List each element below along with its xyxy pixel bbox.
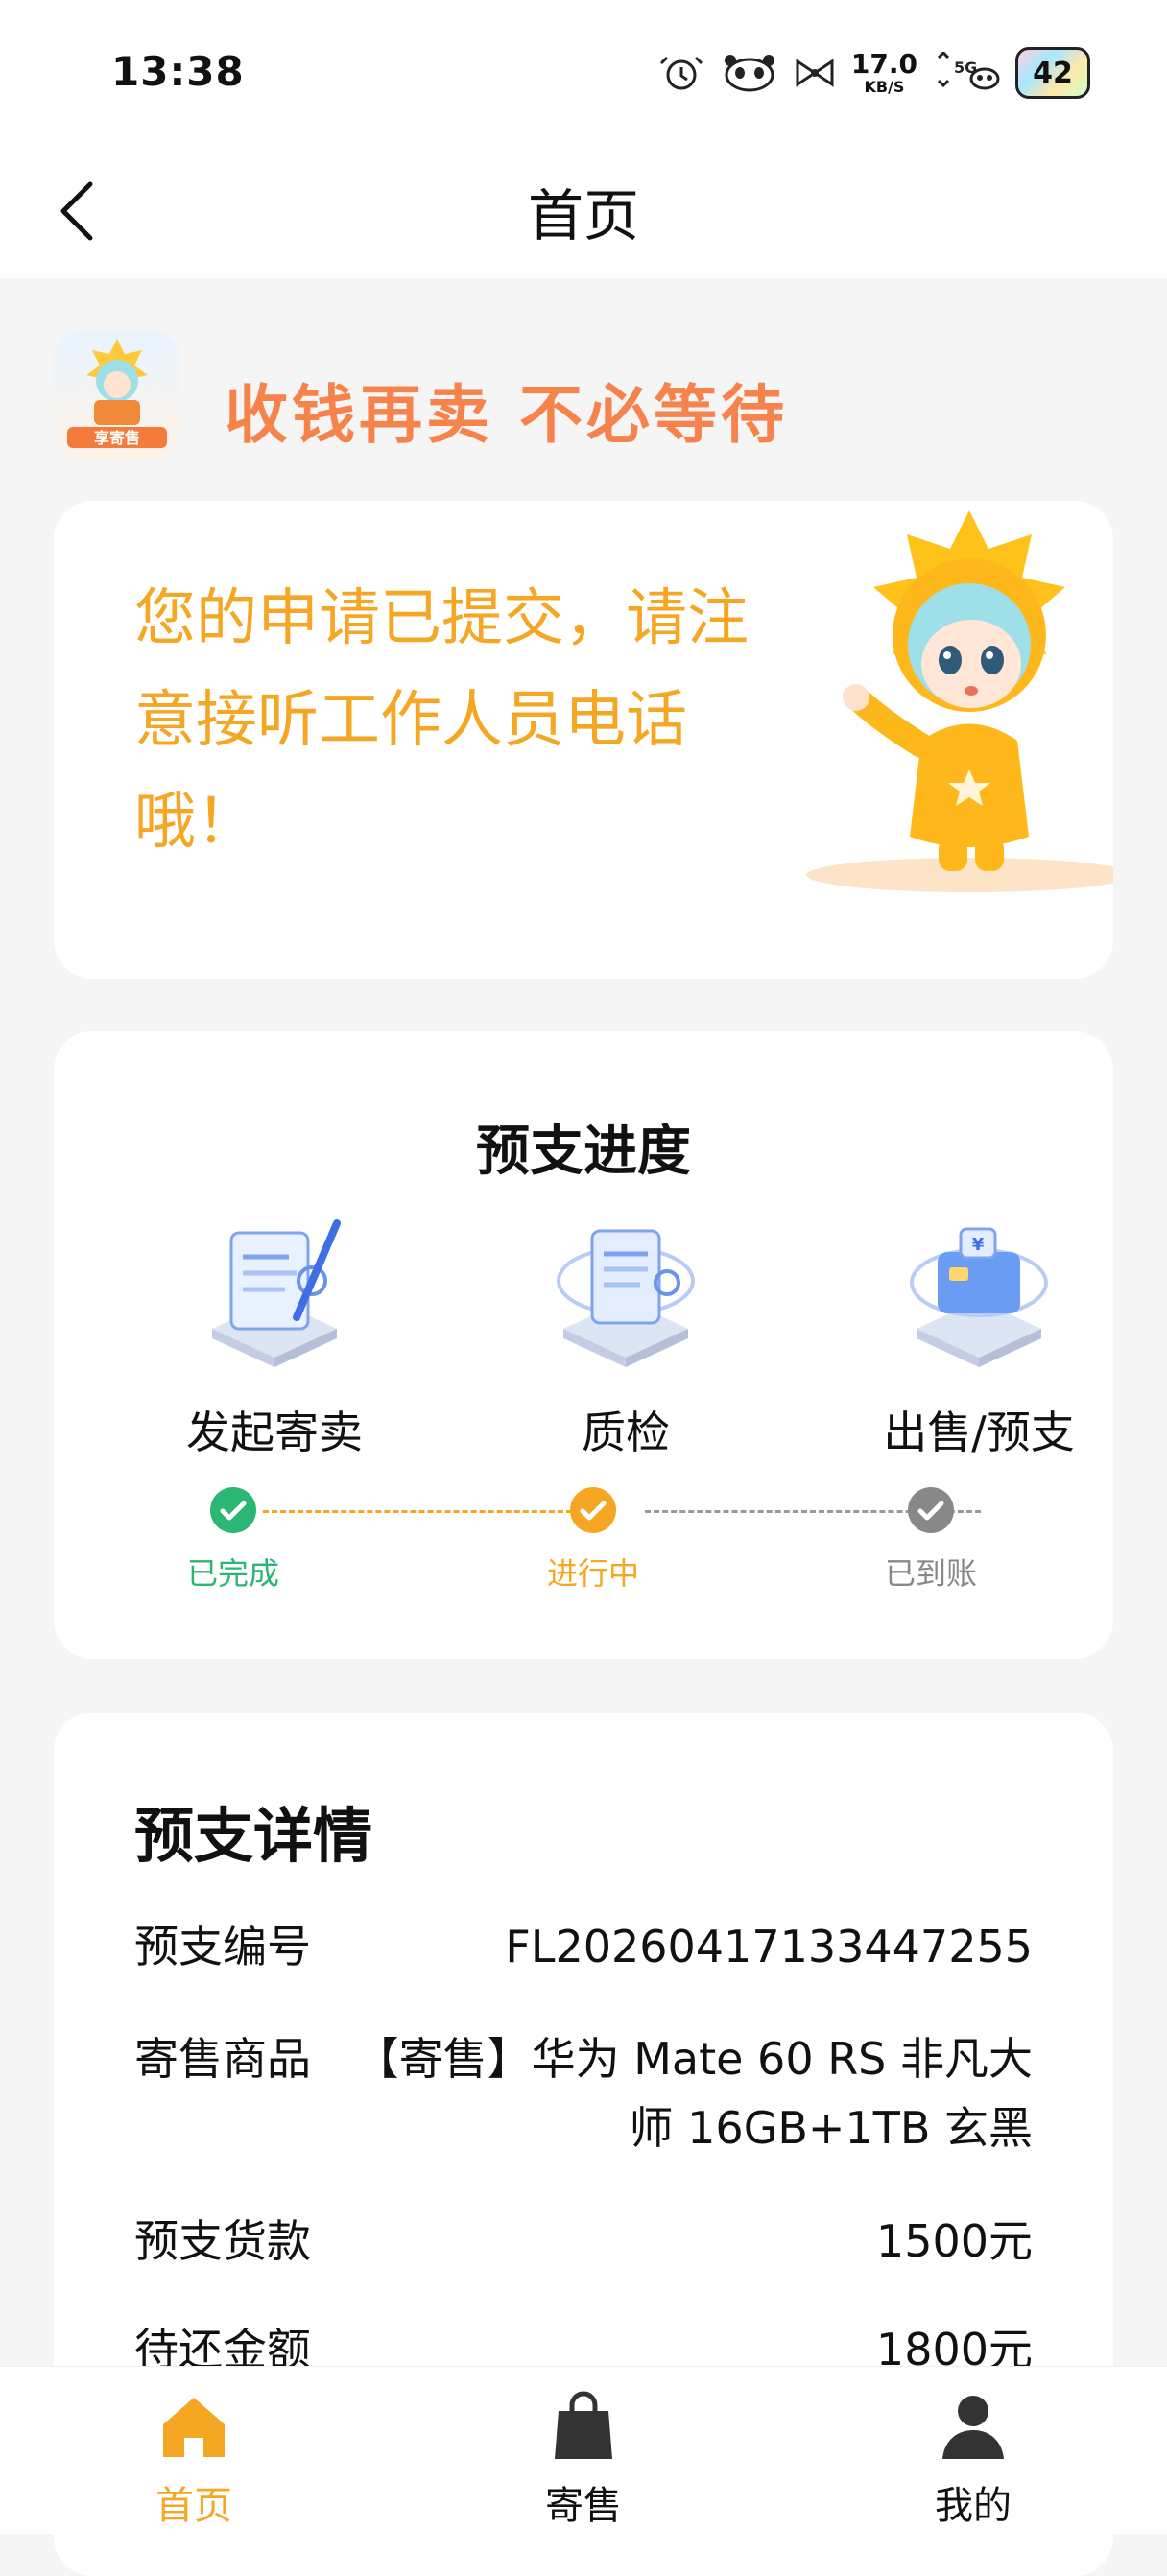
detail-row-advance-amount: 预支货款 1500元 [134, 2207, 1033, 2276]
progress-title: 预支进度 [476, 1121, 691, 1183]
step-label: 出售/预支 [883, 1406, 1075, 1458]
bottom-tab-bar: 首页 寄售 我的 [0, 2366, 1167, 2534]
step-initiate: 发起寄卖 [131, 1214, 418, 1461]
step-state-done: 已完成 [186, 1555, 279, 1592]
speed-value: 17.0 [850, 48, 917, 80]
mascot-illustration [758, 501, 1132, 913]
tab-label: 我的 [935, 2484, 1012, 2528]
status-bar: 13:38 17.0 KB/S 5G 42 [0, 0, 1167, 144]
payment-card-icon: ¥ [897, 1214, 1060, 1377]
check-circle-icon [570, 1487, 616, 1533]
home-icon [155, 2388, 232, 2465]
tab-profile[interactable]: 我的 [877, 2388, 1069, 2530]
tab-consign[interactable]: 寄售 [488, 2388, 679, 2530]
battery-indicator: 42 [1015, 47, 1090, 99]
step-label: 质检 [582, 1406, 670, 1458]
notice-text: 您的申请已提交，请注意接听工作人员电话哦！ [134, 583, 749, 858]
tab-home[interactable]: 首页 [98, 2388, 290, 2530]
details-title: 预支详情 [134, 1801, 373, 1871]
shopping-bag-icon [545, 2388, 622, 2465]
svg-text:享寄售: 享寄售 [94, 429, 140, 447]
step-inspection: 质检 [482, 1214, 770, 1461]
bow-icon [792, 54, 838, 92]
nav-header: 首页 [0, 144, 1167, 278]
detail-key: 预支编号 [134, 1921, 311, 1973]
detail-key: 预支货款 [134, 2215, 311, 2267]
status-icons: 17.0 KB/S 5G 42 [655, 44, 1090, 102]
slogan-banner: 享寄售 收钱再卖 不必等待 [54, 331, 1109, 465]
check-circle-icon [908, 1487, 954, 1533]
check-circle-icon [210, 1487, 256, 1533]
battery-level: 42 [1033, 56, 1073, 90]
detail-row-advance-number: 预支编号 FL20260417133447255 [134, 1912, 1033, 1981]
detail-value: 1500元 [875, 2215, 1033, 2267]
signal-5g-icon: 5G [931, 52, 1002, 94]
app-logo: 享寄售 [54, 331, 180, 458]
alarm-icon [655, 52, 707, 94]
progress-connector-done [263, 1510, 589, 1513]
detail-value: FL20260417133447255 [505, 1921, 1033, 1973]
page-title: 首页 [527, 183, 639, 248]
document-pen-icon [193, 1214, 356, 1377]
detail-value: 【寄售】华为 Mate 60 RS 非凡大师 16GB+1TB 玄黑 [354, 2033, 1033, 2154]
step-label: 发起寄卖 [186, 1406, 363, 1458]
tab-label: 首页 [155, 2484, 232, 2528]
inspection-report-icon [544, 1214, 707, 1377]
detail-row-product: 寄售商品 【寄售】华为 Mate 60 RS 非凡大师 16GB+1TB 玄黑 [134, 2024, 1033, 2162]
network-speed: 17.0 KB/S [851, 51, 917, 95]
step-state-pending: 已到账 [884, 1555, 977, 1592]
panda-icon [721, 52, 778, 94]
status-time: 13:38 [111, 48, 245, 95]
slogan-text: 收钱再卖 不必等待 [225, 378, 788, 452]
notice-card: 您的申请已提交，请注意接听工作人员电话哦！ [54, 501, 1132, 979]
user-icon [935, 2388, 1012, 2465]
progress-card: 预支进度 发起寄卖 质检 ¥ 出售/预支 已完成 进行中 已到账 [54, 1031, 1113, 1659]
tab-label: 寄售 [545, 2484, 622, 2528]
speed-unit: KB/S [864, 78, 905, 96]
step-state-active: 进行中 [546, 1555, 639, 1592]
step-sale-advance: ¥ 出售/预支 [835, 1214, 1123, 1461]
svg-text:¥: ¥ [972, 1235, 985, 1255]
detail-key: 寄售商品 [134, 2033, 311, 2085]
